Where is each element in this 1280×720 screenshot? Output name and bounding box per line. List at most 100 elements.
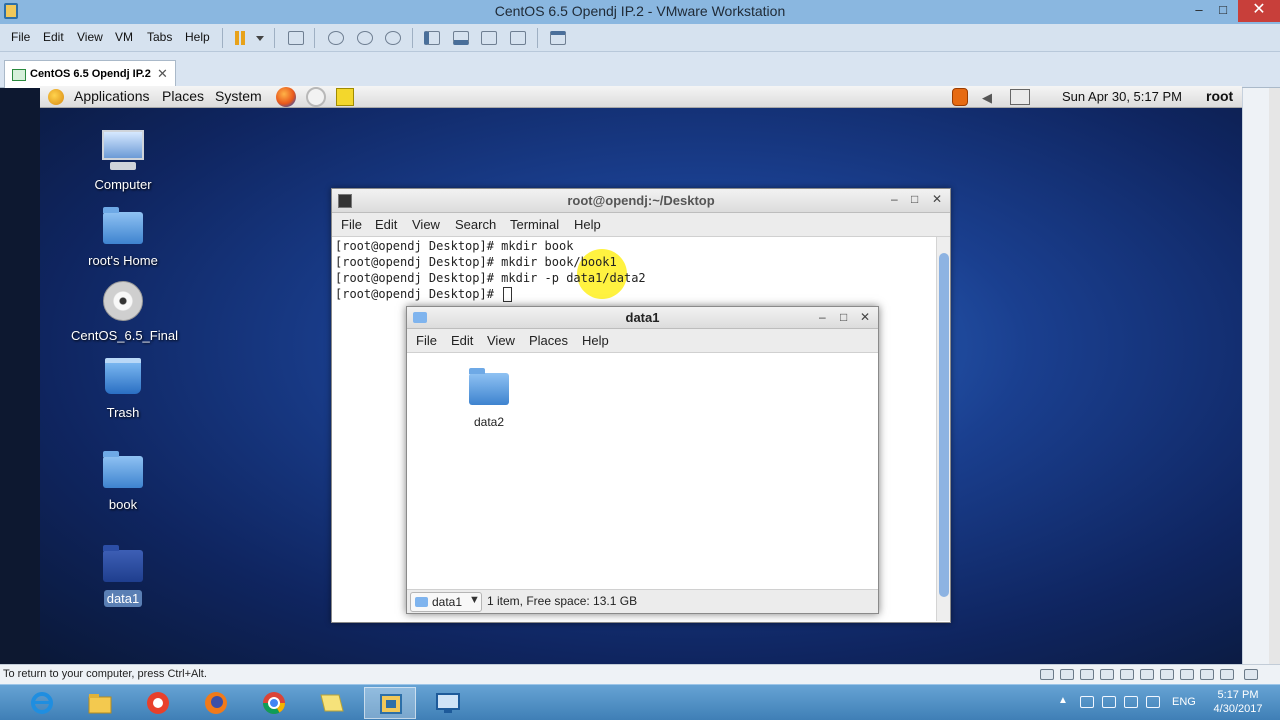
scrollbar-thumb[interactable] — [939, 253, 949, 597]
taskbar-clock[interactable]: 5:17 PM 4/30/2017 — [1200, 688, 1276, 716]
send-keys-icon[interactable] — [286, 29, 306, 47]
menu-view[interactable]: View — [77, 30, 103, 44]
maximize-icon[interactable]: □ — [840, 310, 847, 324]
maximize-icon[interactable]: □ — [911, 192, 918, 206]
menu-applications[interactable]: Applications — [74, 88, 150, 104]
fm-menu-edit[interactable]: Edit — [451, 333, 473, 348]
vm-tab[interactable]: CentOS 6.5 Opendj IP.2 ✕ — [4, 60, 176, 88]
library-icon[interactable] — [548, 29, 568, 47]
console-view-icon[interactable] — [451, 29, 471, 47]
terminal-menu-edit[interactable]: Edit — [375, 217, 397, 232]
fm-menu-places[interactable]: Places — [529, 333, 568, 348]
power-icon[interactable] — [1146, 696, 1160, 708]
panel-user[interactable]: root — [1206, 88, 1233, 104]
display-icon[interactable] — [1200, 669, 1214, 680]
remote-desktop-icon[interactable] — [422, 687, 474, 719]
message-log-icon[interactable] — [1220, 669, 1234, 680]
minimize-icon[interactable]: – — [891, 192, 898, 206]
notes-launcher-icon[interactable] — [336, 88, 354, 106]
clock-time: 5:17 PM — [1217, 689, 1259, 701]
dropdown-icon[interactable] — [250, 29, 270, 47]
menu-vm[interactable]: VM — [115, 30, 133, 44]
file-explorer-icon[interactable] — [74, 687, 126, 719]
revert-snapshot-icon[interactable] — [355, 29, 375, 47]
maximize-button[interactable]: □ — [1212, 0, 1234, 22]
terminal-menu-search[interactable]: Search — [455, 217, 496, 232]
console-margin-left — [0, 88, 40, 664]
minimize-button[interactable]: – — [1188, 0, 1210, 22]
fm-menu-file[interactable]: File — [416, 333, 437, 348]
terminal-titlebar[interactable]: root@opendj:~/Desktop – □ ✕ — [332, 189, 950, 213]
internet-explorer-icon[interactable] — [16, 687, 68, 719]
volume-icon[interactable]: ◀ — [982, 90, 992, 106]
computer-icon — [100, 130, 146, 170]
file-item-data2[interactable]: data2 — [459, 367, 519, 429]
firefox-launcher-icon[interactable] — [276, 87, 296, 107]
menu-places[interactable]: Places — [162, 88, 204, 104]
desktop-icon-computer[interactable]: Computer — [68, 130, 178, 193]
terminal-menu-file[interactable]: File — [341, 217, 362, 232]
pause-icon[interactable] — [230, 29, 250, 47]
console-scrollbar[interactable] — [1269, 88, 1280, 664]
desktop-icon-trash[interactable]: Trash — [68, 356, 178, 421]
desktop-icon-book[interactable]: book — [68, 450, 178, 513]
fullscreen-toggle-icon[interactable] — [1244, 669, 1258, 680]
update-alert-icon[interactable] — [952, 88, 968, 106]
toolbar-separator — [314, 28, 315, 48]
desktop-icon-home[interactable]: root's Home — [68, 206, 178, 269]
file-manager-content[interactable]: data2 — [407, 353, 878, 589]
network-icon[interactable] — [1010, 89, 1030, 105]
vmware-titlebar: CentOS 6.5 Opendj IP.2 - VMware Workstat… — [0, 0, 1280, 24]
close-icon[interactable]: ✕ — [932, 192, 942, 206]
guest-desktop[interactable]: Applications Places System ◀ Sun Apr 30,… — [40, 86, 1242, 664]
vmware-tabbar: CentOS 6.5 Opendj IP.2 ✕ — [0, 52, 1280, 88]
clock-date: 4/30/2017 — [1213, 703, 1263, 715]
applications-icon[interactable] — [48, 89, 64, 105]
sidebar-icon[interactable] — [422, 29, 442, 47]
tab-close-icon[interactable]: ✕ — [157, 66, 168, 82]
network-tray-icon[interactable] — [1124, 696, 1138, 708]
firefox-icon[interactable] — [190, 687, 242, 719]
chrome-icon[interactable] — [248, 687, 300, 719]
show-hidden-icons-icon[interactable]: ▲ — [1058, 695, 1068, 706]
hard-disk-icon[interactable] — [1040, 669, 1054, 680]
fm-menu-view[interactable]: View — [487, 333, 515, 348]
usb-icon[interactable] — [1180, 669, 1194, 680]
terminal-scrollbar[interactable] — [936, 237, 950, 621]
fullscreen-icon[interactable] — [479, 29, 499, 47]
close-icon[interactable]: ✕ — [860, 310, 870, 324]
printer-icon[interactable] — [1120, 669, 1134, 680]
close-button[interactable]: ✕ — [1238, 0, 1280, 22]
vmware-icon[interactable] — [364, 687, 416, 719]
unity-icon[interactable] — [508, 29, 528, 47]
terminal-menu-view[interactable]: View — [412, 217, 440, 232]
help-launcher-icon[interactable] — [306, 87, 326, 107]
action-center-icon[interactable] — [1080, 696, 1094, 708]
minimize-icon[interactable]: – — [819, 310, 826, 324]
terminal-menu-terminal[interactable]: Terminal — [510, 217, 559, 232]
screen-recorder-icon[interactable] — [132, 687, 184, 719]
menu-system[interactable]: System — [215, 88, 262, 104]
snapshot-manager-icon[interactable] — [383, 29, 403, 47]
sticky-folder-icon[interactable] — [306, 687, 358, 719]
network-adapter-icon[interactable] — [1080, 669, 1094, 680]
menu-help[interactable]: Help — [185, 30, 210, 44]
menu-file[interactable]: File — [11, 30, 30, 44]
desktop-icon-data1[interactable]: data1 — [68, 544, 178, 607]
terminal-menu-help[interactable]: Help — [574, 217, 601, 232]
snapshot-icon[interactable] — [326, 29, 346, 47]
menu-tabs[interactable]: Tabs — [147, 30, 172, 44]
desktop-icon-dvd[interactable]: CentOS_6.5_Final — [68, 281, 178, 344]
location-dropdown[interactable]: data1 ▼ — [410, 592, 482, 612]
file-manager-titlebar[interactable]: data1 – □ ✕ — [407, 307, 878, 329]
usb-icon[interactable] — [1160, 669, 1174, 680]
cd-drive-icon[interactable] — [1060, 669, 1074, 680]
sound-card-icon[interactable] — [1140, 669, 1154, 680]
panel-clock[interactable]: Sun Apr 30, 5:17 PM — [1062, 89, 1182, 104]
file-manager-window[interactable]: data1 – □ ✕ File Edit View Places Help d… — [406, 306, 879, 614]
speaker-icon[interactable] — [1102, 696, 1116, 708]
input-language[interactable]: ENG — [1172, 696, 1196, 708]
network-adapter-icon[interactable] — [1100, 669, 1114, 680]
menu-edit[interactable]: Edit — [43, 30, 64, 44]
fm-menu-help[interactable]: Help — [582, 333, 609, 348]
